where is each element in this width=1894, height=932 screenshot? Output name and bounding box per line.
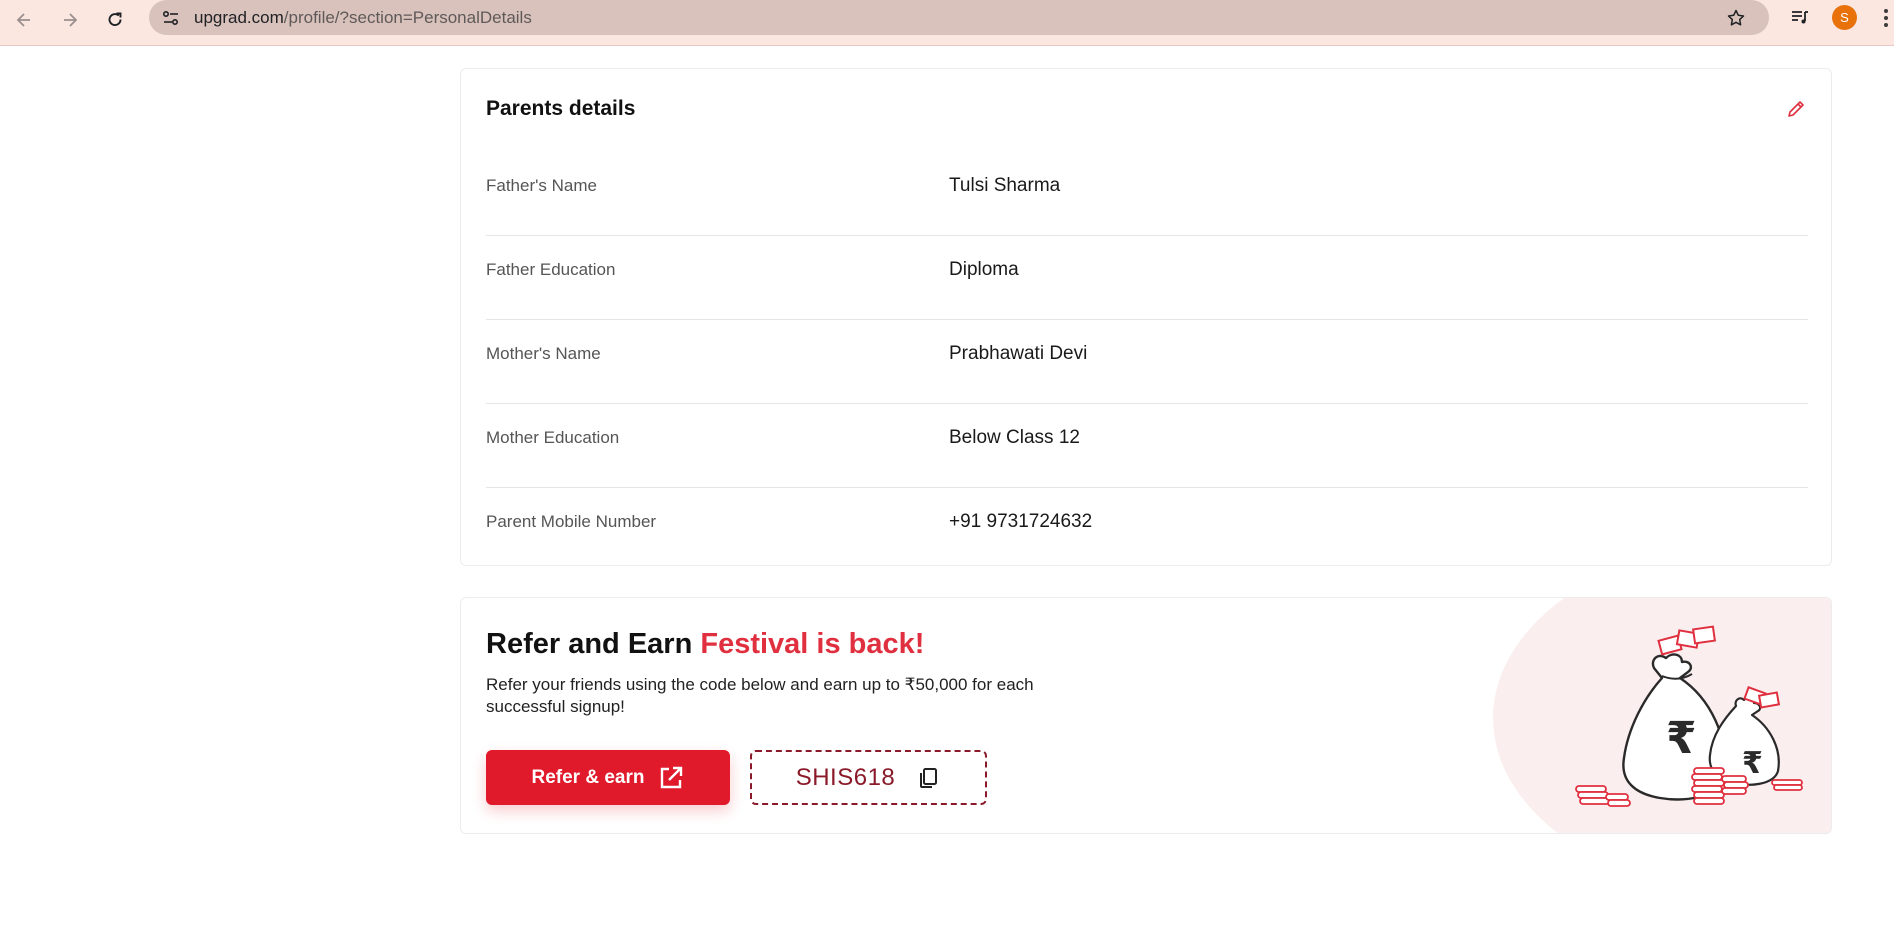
detail-row-mother-education: Mother Education Below Class 12 — [486, 404, 1808, 488]
avatar[interactable]: S — [1832, 5, 1857, 30]
refer-earn-label: Refer & earn — [531, 766, 645, 788]
detail-label: Father Education — [486, 260, 616, 279]
back-icon — [16, 13, 30, 27]
detail-value: Diploma — [949, 259, 1019, 280]
external-link-icon — [660, 766, 682, 788]
forward-button[interactable] — [54, 4, 86, 36]
refer-title: Refer and Earn Festival is back! — [486, 628, 924, 661]
detail-row-fathers-name: Father's Name Tulsi Sharma — [486, 152, 1808, 236]
refer-earn-card: Refer and Earn Festival is back! Refer y… — [460, 597, 1832, 834]
detail-label: Parent Mobile Number — [486, 512, 657, 531]
edit-button[interactable] — [1783, 96, 1809, 122]
refer-title-accent: Festival is back! — [700, 628, 925, 660]
forward-icon — [64, 13, 78, 27]
money-bags-illustration: ₹ ₹ — [1575, 625, 1803, 807]
site-info-icon[interactable] — [159, 6, 183, 30]
svg-text:₹: ₹ — [1666, 713, 1697, 764]
refer-earn-button[interactable]: Refer & earn — [486, 750, 730, 805]
refer-description: Refer your friends using the code below … — [486, 675, 1034, 716]
refer-title-main: Refer and Earn — [486, 628, 693, 660]
url-text[interactable]: upgrad.com/profile/?section=PersonalDeta… — [194, 8, 532, 28]
referral-code: SHIS618 — [795, 763, 896, 791]
detail-row-parent-mobile: Parent Mobile Number +91 9731724632 — [486, 488, 1808, 572]
detail-value: +91 9731724632 — [949, 511, 1093, 532]
star-icon[interactable] — [1723, 5, 1749, 31]
url-domain: upgrad.com — [194, 8, 284, 27]
reload-button[interactable] — [99, 4, 131, 36]
detail-value: Below Class 12 — [949, 427, 1080, 448]
pencil-icon — [1788, 101, 1804, 117]
detail-row-mothers-name: Mother's Name Prabhawati Devi — [486, 320, 1808, 404]
back-button[interactable] — [8, 4, 40, 36]
kebab-menu-icon[interactable] — [1880, 4, 1892, 32]
detail-label: Father's Name — [486, 176, 597, 195]
url-path: /profile/?section=PersonalDetails — [283, 8, 532, 27]
copy-icon[interactable] — [917, 766, 941, 790]
detail-value: Prabhawati Devi — [949, 343, 1088, 364]
browser-toolbar: upgrad.com/profile/?section=PersonalDeta… — [0, 0, 1894, 46]
reload-icon — [108, 12, 122, 26]
detail-row-father-education: Father Education Diploma — [486, 236, 1808, 320]
detail-label: Mother Education — [486, 428, 620, 447]
parents-details-card: Parents details Father's Name Tulsi Shar… — [460, 68, 1832, 566]
address-bar[interactable]: upgrad.com/profile/?section=PersonalDeta… — [149, 0, 1769, 35]
media-icon[interactable] — [1786, 4, 1814, 32]
referral-code-box[interactable]: SHIS618 — [750, 750, 987, 805]
parents-details-title: Parents details — [486, 97, 636, 120]
detail-value: Tulsi Sharma — [949, 175, 1061, 196]
detail-label: Mother's Name — [486, 344, 601, 363]
